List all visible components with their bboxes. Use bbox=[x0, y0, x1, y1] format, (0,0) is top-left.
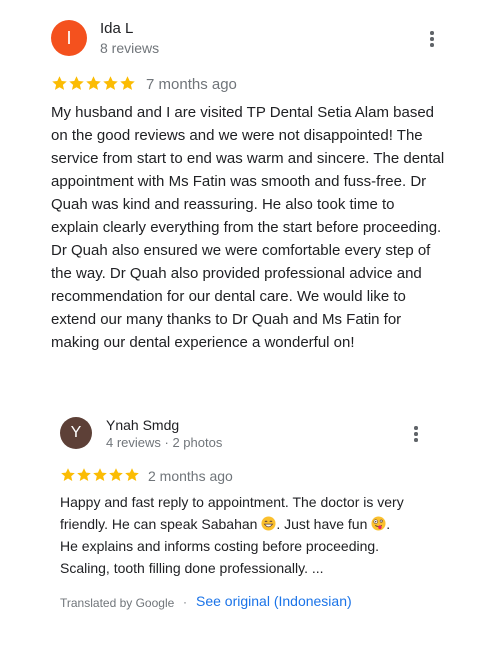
review-card: I Ida L 8 reviews 7 months ago My husban… bbox=[0, 0, 488, 390]
star-icon bbox=[51, 75, 68, 92]
review-text-part: . bbox=[386, 516, 391, 532]
separator: · bbox=[183, 595, 187, 609]
more-options-icon[interactable] bbox=[422, 27, 442, 51]
star-icon bbox=[92, 467, 108, 483]
avatar-letter: I bbox=[66, 27, 72, 48]
zany-face-icon bbox=[371, 516, 386, 531]
reviewer-name[interactable]: Ida L bbox=[100, 20, 133, 37]
star-icon bbox=[60, 467, 76, 483]
grinning-face-icon bbox=[261, 516, 276, 531]
star-icon bbox=[102, 75, 119, 92]
review-time: 7 months ago bbox=[146, 76, 237, 93]
review-text: Happy and fast reply to appointment. The… bbox=[60, 491, 420, 579]
review-text-part: He explains and informs costing before p… bbox=[60, 538, 380, 576]
review-time: 2 months ago bbox=[148, 468, 233, 484]
star-rating bbox=[51, 75, 136, 92]
star-icon bbox=[108, 467, 124, 483]
avatar-letter: Y bbox=[70, 424, 82, 441]
reviewer-meta[interactable]: 8 reviews bbox=[100, 40, 159, 56]
translated-by-google: Translated by Google bbox=[60, 596, 175, 610]
star-icon bbox=[124, 467, 140, 483]
reviewer-meta[interactable]: 4 reviews · 2 photos bbox=[106, 435, 222, 450]
review-text: My husband and I are visited TP Dental S… bbox=[51, 104, 445, 351]
star-icon bbox=[68, 75, 85, 92]
star-icon bbox=[76, 467, 92, 483]
more-options-icon[interactable] bbox=[406, 422, 426, 446]
reviewer-name[interactable]: Ynah Smdg bbox=[106, 417, 179, 433]
avatar[interactable]: Y bbox=[60, 417, 92, 449]
see-original-link[interactable]: See original (Indonesian) bbox=[196, 593, 352, 609]
star-rating bbox=[60, 467, 140, 483]
star-icon bbox=[85, 75, 102, 92]
avatar[interactable]: I bbox=[51, 20, 87, 56]
review-card: Y Ynah Smdg 4 reviews · 2 photos 2 month… bbox=[0, 400, 488, 630]
star-icon bbox=[119, 75, 136, 92]
review-text-part: . Just have fun bbox=[276, 516, 368, 532]
